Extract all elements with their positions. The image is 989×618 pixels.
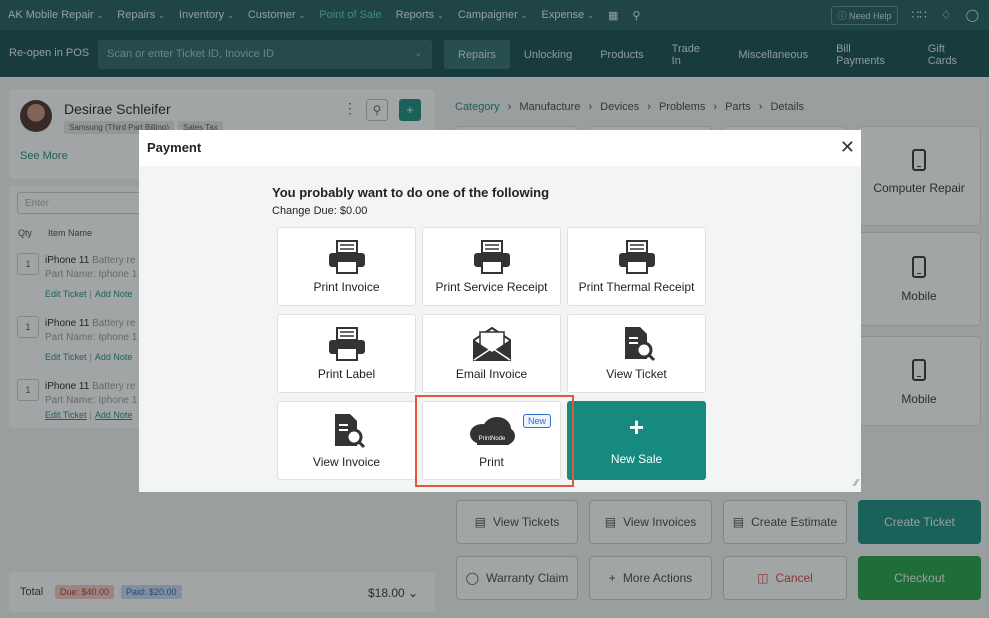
close-icon[interactable]: ✕: [840, 137, 855, 158]
view-invoice-option[interactable]: View Invoice: [277, 401, 416, 480]
email-invoice-option[interactable]: Email Invoice: [422, 314, 561, 393]
view-ticket-option[interactable]: View Ticket: [567, 314, 706, 393]
modal-header: Payment ✕: [139, 130, 861, 166]
document-search-icon: [624, 327, 655, 362]
print-label-option[interactable]: Print Label: [277, 314, 416, 393]
document-search-icon: [334, 414, 365, 449]
resize-handle-icon[interactable]: ∕∕: [855, 478, 858, 489]
selection-highlight: [415, 395, 574, 487]
modal-prompt: You probably want to do one of the follo…: [272, 185, 550, 200]
print-invoice-option[interactable]: Print Invoice: [277, 227, 416, 306]
envelope-icon: [472, 326, 511, 361]
printer-icon: [473, 240, 510, 274]
print-service-receipt-option[interactable]: Print Service Receipt: [422, 227, 561, 306]
print-thermal-receipt-option[interactable]: Print Thermal Receipt: [567, 227, 706, 306]
change-due: Change Due: $0.00: [272, 205, 368, 217]
printer-icon: [328, 327, 365, 361]
modal-title: Payment: [147, 140, 202, 155]
new-sale-option[interactable]: + New Sale: [567, 401, 706, 480]
printer-icon: [618, 240, 655, 274]
plus-icon: +: [628, 412, 645, 442]
printer-icon: [328, 240, 365, 274]
